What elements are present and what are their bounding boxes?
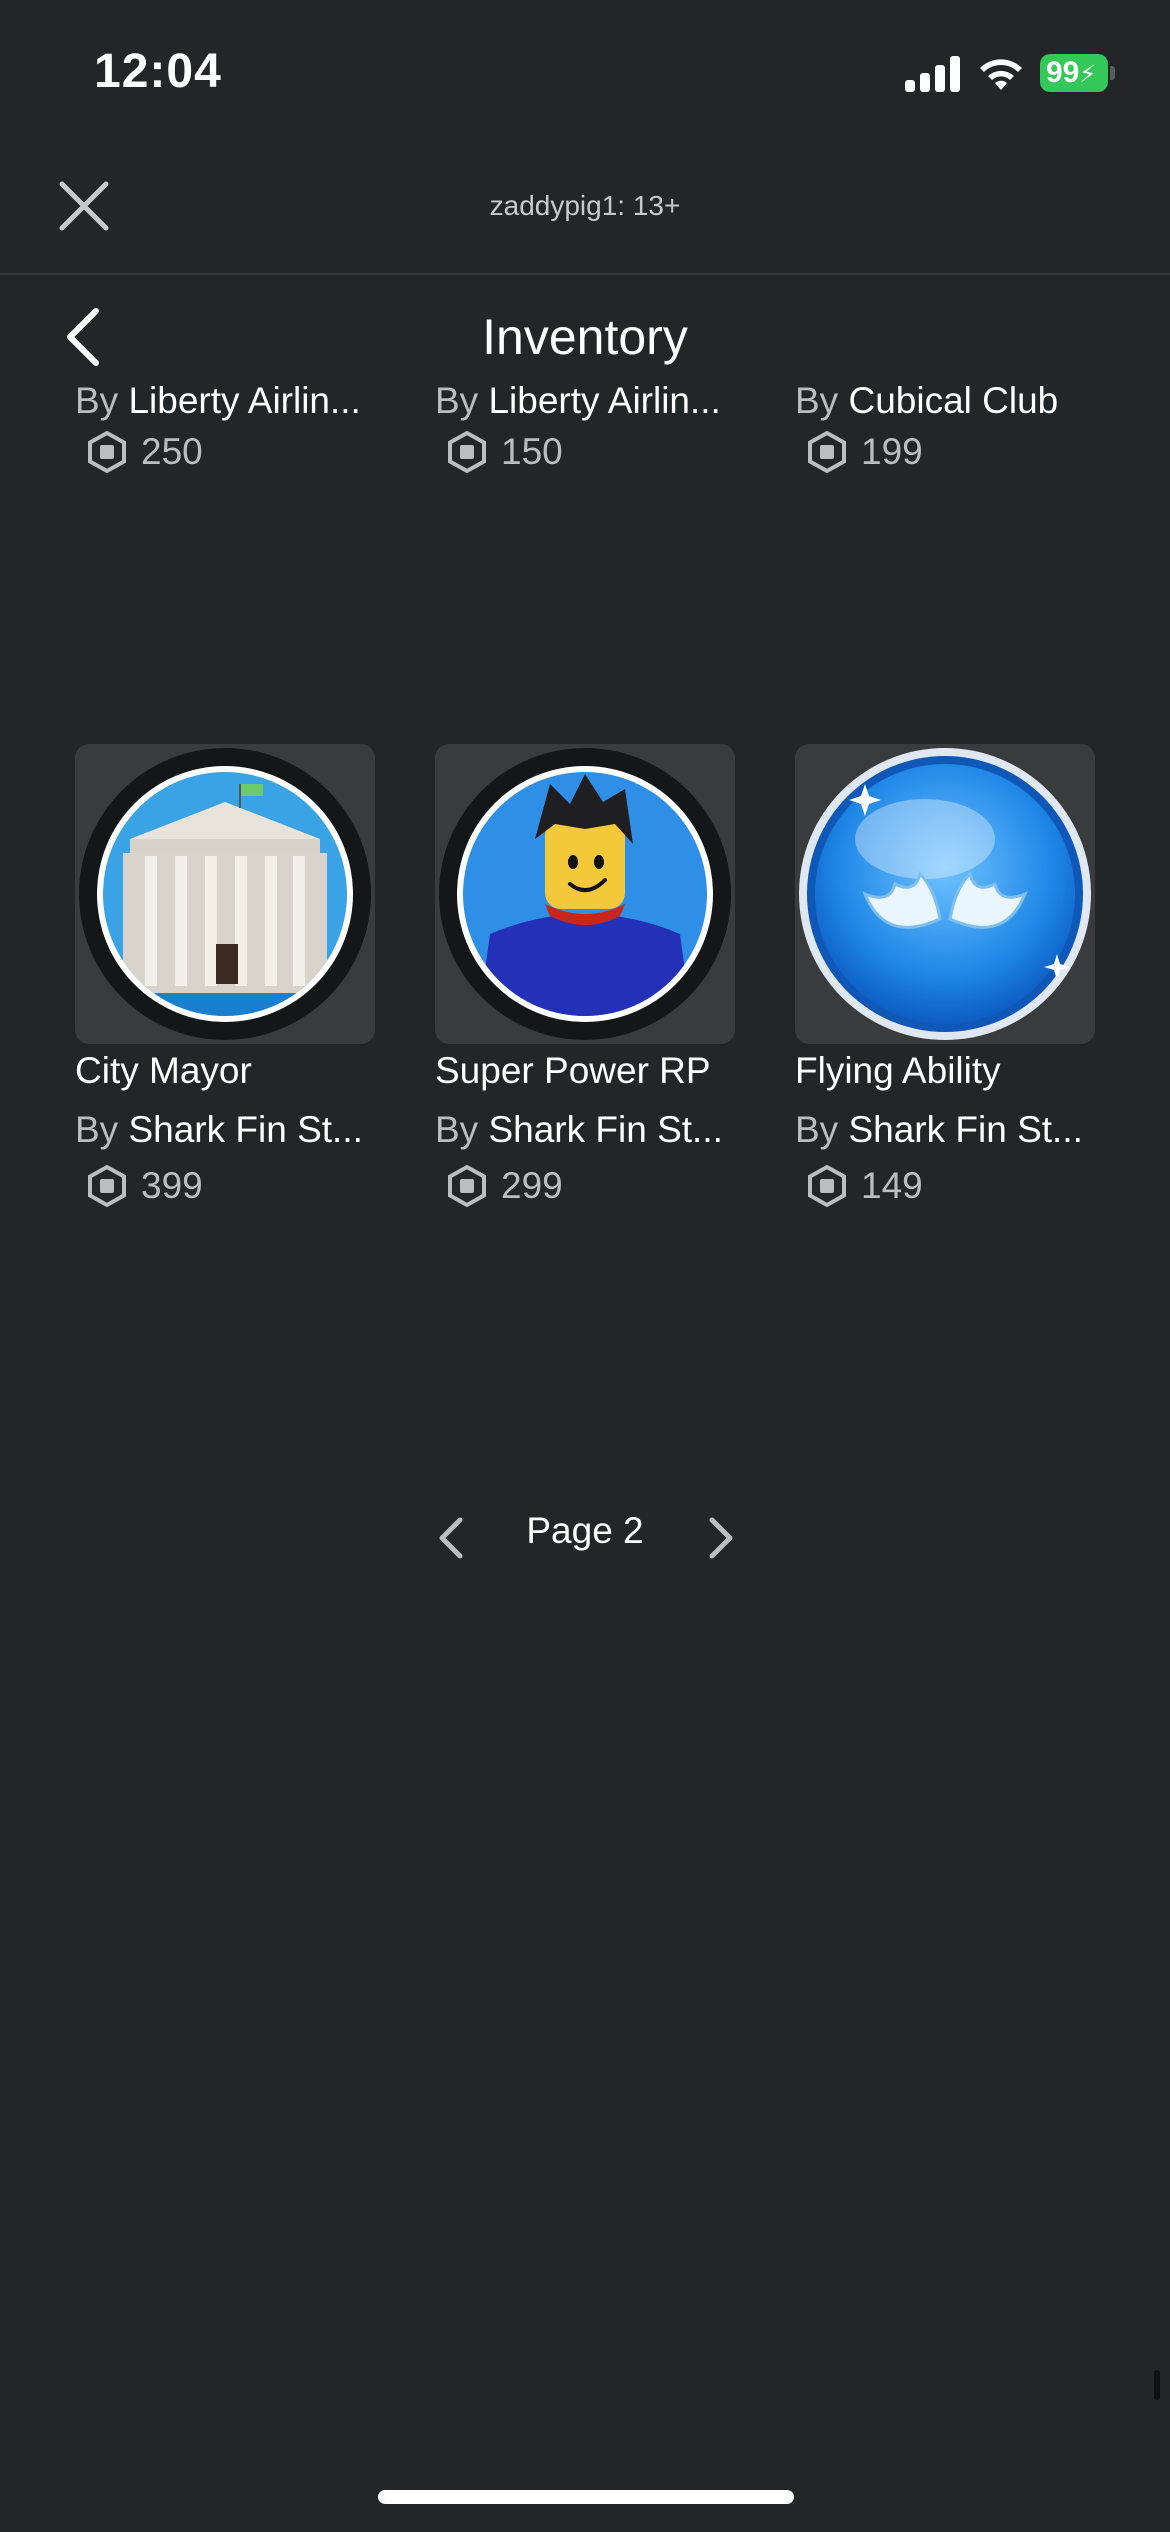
cellular-signal-icon — [905, 56, 961, 92]
by-label: By — [75, 1109, 119, 1150]
item-creator[interactable]: By Shark Fin St... — [75, 1109, 375, 1151]
list-item[interactable]: By Liberty Airlin... 250 — [75, 380, 395, 488]
white-house-badge-icon — [79, 748, 371, 1040]
list-item[interactable]: By Cubical Club 199 — [795, 380, 1115, 488]
list-item[interactable]: By Liberty Airlin... 150 — [435, 380, 755, 488]
item-price: 149 — [805, 1162, 923, 1210]
creator-name[interactable]: Shark Fin St... — [128, 1109, 362, 1150]
next-page-chevron-icon[interactable] — [706, 1514, 736, 1562]
item-thumbnail[interactable] — [75, 744, 375, 1044]
robux-icon — [808, 430, 846, 474]
home-indicator[interactable] — [378, 2490, 794, 2504]
item-creator[interactable]: By Liberty Airlin... — [75, 380, 375, 422]
creator-name[interactable]: Liberty Airlin... — [488, 380, 720, 421]
battery-level: 99 — [1046, 56, 1080, 89]
account-label: zaddypig1: 13+ — [489, 190, 681, 221]
status-bar: 12:04 99⚡ — [0, 0, 1170, 140]
item-name[interactable]: Super Power RP — [435, 1050, 711, 1092]
price-value: 299 — [501, 1165, 563, 1206]
item-price: 150 — [445, 428, 563, 476]
creator-name[interactable]: Shark Fin St... — [488, 1109, 722, 1150]
robux-icon — [88, 430, 126, 474]
by-label: By — [435, 380, 479, 421]
page-title: Inventory — [482, 309, 688, 365]
battery-icon: 99⚡ — [1040, 54, 1108, 92]
item-creator[interactable]: By Liberty Airlin... — [435, 380, 735, 422]
price-value: 250 — [141, 431, 203, 472]
item-price: 199 — [805, 428, 923, 476]
item-thumbnail[interactable] — [435, 744, 735, 1044]
price-value: 149 — [861, 1165, 923, 1206]
item-name[interactable]: City Mayor — [75, 1050, 252, 1092]
price-value: 199 — [861, 431, 923, 472]
battery-tip — [1110, 66, 1115, 80]
by-label: By — [795, 1109, 839, 1150]
item-creator[interactable]: By Cubical Club — [795, 380, 1095, 422]
item-creator[interactable]: By Shark Fin St... — [435, 1109, 735, 1151]
robux-icon — [88, 1164, 126, 1208]
by-label: By — [75, 380, 119, 421]
by-label: By — [435, 1109, 479, 1150]
item-price: 299 — [445, 1162, 563, 1210]
creator-name[interactable]: Cubical Club — [848, 380, 1058, 421]
robux-icon — [808, 1164, 846, 1208]
status-time: 12:04 — [94, 45, 222, 98]
superhero-avatar-badge-icon — [439, 748, 731, 1040]
price-value: 399 — [141, 1165, 203, 1206]
item-creator[interactable]: By Shark Fin St... — [795, 1109, 1095, 1151]
item-name[interactable]: Flying Ability — [795, 1050, 1001, 1092]
robux-icon — [448, 430, 486, 474]
robux-icon — [448, 1164, 486, 1208]
item-thumbnail[interactable] — [795, 744, 1095, 1044]
creator-name[interactable]: Shark Fin St... — [848, 1109, 1082, 1150]
item-price: 399 — [85, 1162, 203, 1210]
by-label: By — [795, 380, 839, 421]
price-value: 150 — [501, 431, 563, 472]
wifi-icon — [980, 59, 1022, 90]
creator-name[interactable]: Liberty Airlin... — [128, 380, 360, 421]
page-label: Page 2 — [526, 1510, 644, 1551]
item-price: 250 — [85, 428, 203, 476]
angel-wings-badge-icon — [799, 748, 1091, 1040]
scrollbar[interactable] — [1154, 2370, 1160, 2400]
